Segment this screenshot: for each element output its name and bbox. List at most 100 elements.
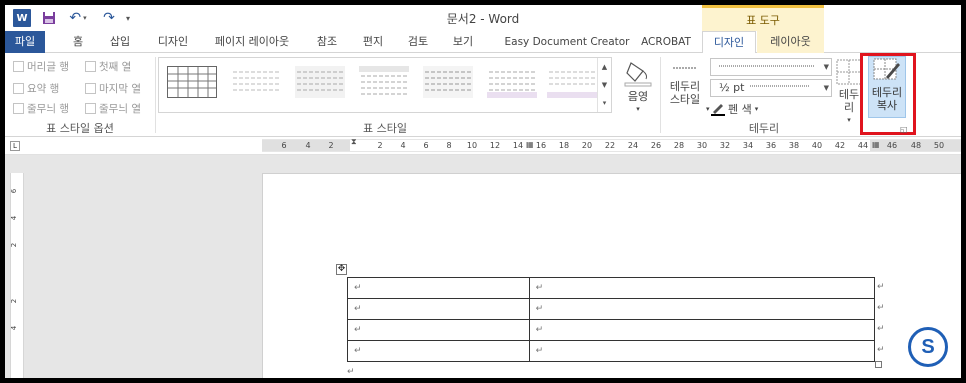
gallery-more-icon[interactable]: ▾ [603, 99, 607, 107]
tab-review[interactable]: 검토 [400, 31, 436, 53]
word-window: W ↶ ▾ ↷ ▾ 문서2 - Word 표 도구 파일 홈 삽입 디자인 페이지… [5, 5, 961, 378]
paragraph-mark: ↵ [347, 367, 355, 377]
table-cell[interactable]: ↵ [528, 319, 876, 341]
table-style-plain-2[interactable] [295, 66, 345, 98]
horizontal-ruler[interactable]: 6 4 2 2 4 6 8 10 12 14 16 18 20 22 24 26… [262, 137, 961, 152]
gallery-up-icon[interactable]: ▲ [602, 63, 607, 71]
ruler-number: 2 [377, 141, 383, 150]
row-end-mark: ↵ [877, 324, 885, 334]
tab-home[interactable]: 홈 [63, 31, 93, 53]
borders-dialog-launcher-icon[interactable]: ◱ [900, 125, 908, 134]
tab-page-layout[interactable]: 페이지 레이아웃 [206, 31, 298, 53]
ruler-number: 42 [834, 141, 846, 150]
border-styles-dropdown-icon[interactable]: ▾ [706, 105, 710, 113]
ruler-number: 46 [886, 141, 898, 150]
pen-color-dropdown-icon[interactable]: ▾ [755, 105, 759, 113]
banded-rows-label: 줄무늬 행 [27, 103, 69, 115]
first-column-option[interactable]: 첫째 열 [85, 59, 131, 74]
shading-button[interactable]: 음영 ▾ [619, 57, 657, 116]
document-table[interactable]: ↵ ↵ ↵ ↵ ↵ ↵ ↵ ↵ [347, 277, 876, 362]
table-style-plain-1[interactable] [231, 66, 281, 98]
tab-selector-icon[interactable]: L [10, 141, 20, 151]
border-styles-label-2: 스타일 [669, 93, 701, 106]
tab-easy-document-creator[interactable]: Easy Document Creator [497, 31, 637, 53]
ruler-number: 40 [811, 141, 823, 150]
indent-marker-icon[interactable]: ⧗ [351, 137, 357, 147]
table-row: ↵ ↵ [347, 298, 876, 320]
header-row-checkbox[interactable] [13, 61, 24, 72]
header-row-option[interactable]: 머리글 행 [13, 59, 69, 74]
table-cell[interactable]: ↵ [347, 277, 530, 299]
ruler-number: 14 [512, 141, 524, 150]
pen-color-button[interactable]: 펜 색 ▾ [711, 101, 758, 117]
total-row-option[interactable]: 요약 행 [13, 81, 59, 96]
tab-design[interactable]: 디자인 [149, 31, 197, 53]
document-page[interactable]: ✥ ↵ ↵ ↵ ↵ ↵ ↵ ↵ ↵ ↵ ↵ ↵ ↵ ↵ [262, 173, 961, 378]
tab-view[interactable]: 보기 [445, 31, 481, 53]
table-style-plain-3[interactable] [359, 66, 409, 98]
line-weight-dropdown-icon[interactable]: ▼ [824, 80, 829, 96]
tab-file[interactable]: 파일 [5, 31, 45, 53]
table-resize-handle[interactable] [875, 361, 882, 368]
borders-group-label: 테두리 [748, 122, 780, 135]
tab-acrobat[interactable]: ACROBAT [639, 31, 693, 53]
table-style-plain-6[interactable] [547, 66, 597, 98]
last-column-option[interactable]: 마지막 열 [85, 81, 141, 96]
border-styles-button[interactable]: 테두리 스타일 [664, 59, 706, 106]
shading-dropdown-icon[interactable]: ▾ [619, 103, 657, 116]
line-style-dropdown-icon[interactable]: ▼ [824, 59, 829, 75]
ruler-number: 28 [673, 141, 685, 150]
table-style-plain-4[interactable] [423, 66, 473, 98]
ruler-number: 8 [446, 141, 452, 150]
line-weight-value: ½ pt [719, 81, 745, 94]
banded-rows-option[interactable]: 줄무늬 행 [13, 101, 69, 116]
table-cell[interactable]: ↵ [528, 298, 876, 320]
borders-button[interactable]: 테두리 ▾ [835, 59, 863, 127]
column-marker-icon[interactable]: ▦ [526, 140, 534, 149]
first-column-checkbox[interactable] [85, 61, 96, 72]
tab-insert[interactable]: 삽입 [102, 31, 138, 53]
table-style-grid[interactable] [167, 66, 217, 98]
ruler-number: 32 [719, 141, 731, 150]
table-cell[interactable]: ↵ [528, 340, 876, 362]
banded-columns-checkbox[interactable] [85, 103, 96, 114]
total-row-checkbox[interactable] [13, 83, 24, 94]
borders-label: 테두리 [838, 88, 860, 114]
tab-table-layout[interactable]: 레이아웃 [757, 31, 824, 53]
ruler-bar: L 6 4 2 2 4 6 8 10 12 14 16 18 20 22 24 … [5, 137, 961, 155]
table-styles-gallery[interactable]: ▲ ▼ ▾ [158, 57, 612, 113]
table-cell[interactable]: ↵ [347, 340, 530, 362]
ruler-number: 4 [400, 141, 406, 150]
table-move-handle-icon[interactable]: ✥ [336, 264, 347, 275]
table-row: ↵ ↵ [347, 277, 876, 299]
table-styles-group-label: 표 스타일 [363, 122, 407, 135]
gallery-scroll[interactable]: ▲ ▼ ▾ [597, 58, 611, 112]
ruler-number: 16 [535, 141, 547, 150]
ruler-number: 26 [650, 141, 662, 150]
table-cell[interactable]: ↵ [347, 298, 530, 320]
table-cell[interactable]: ↵ [528, 277, 876, 299]
vruler-number: 4 [10, 325, 19, 331]
tab-table-design[interactable]: 디자인 [702, 31, 756, 54]
table-style-options-group-label: 표 스타일 옵션 [46, 122, 114, 135]
tab-references[interactable]: 참조 [309, 31, 345, 53]
ruler-number: 30 [696, 141, 708, 150]
gallery-down-icon[interactable]: ▼ [602, 81, 607, 89]
header-row-label: 머리글 행 [27, 61, 69, 73]
first-column-label: 첫째 열 [99, 61, 132, 73]
tab-mailings[interactable]: 편지 [355, 31, 391, 53]
table-cell[interactable]: ↵ [347, 319, 530, 341]
banded-rows-checkbox[interactable] [13, 103, 24, 114]
table-row: ↵ ↵ [347, 340, 876, 362]
last-column-checkbox[interactable] [85, 83, 96, 94]
ruler-number: 24 [627, 141, 639, 150]
right-margin-marker-icon[interactable]: ▦ [872, 140, 880, 149]
ruler-number: 44 [857, 141, 869, 150]
banded-columns-option[interactable]: 줄무늬 열 [85, 101, 141, 116]
vertical-ruler[interactable]: 6 4 2 2 4 [10, 173, 24, 378]
line-style-select[interactable]: ▼ [710, 58, 832, 76]
ruler-number: 48 [910, 141, 922, 150]
line-weight-select[interactable]: ½ pt ▼ [710, 79, 832, 97]
table-style-plain-5[interactable] [487, 66, 537, 98]
watermark-logo: S [908, 327, 948, 367]
